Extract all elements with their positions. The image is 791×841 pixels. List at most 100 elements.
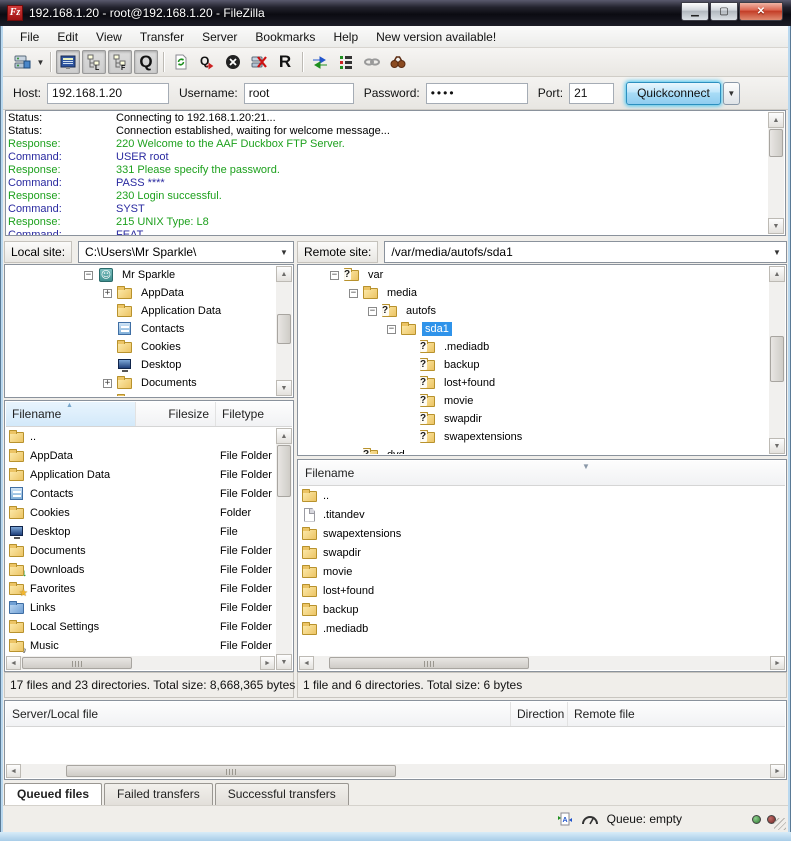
toggle-queue-button[interactable]: Q	[134, 50, 158, 74]
local-tree-vertical-scrollbar[interactable]: ▲ ▼	[276, 266, 292, 396]
file-row[interactable]: ..	[6, 427, 275, 446]
tree-expander-icon[interactable]: −	[387, 325, 396, 334]
local-list-horizontal-scrollbar[interactable]: ◄ ►	[6, 656, 275, 670]
process-queue-button[interactable]: Q	[195, 50, 219, 74]
file-row[interactable]: Links File Folder	[6, 598, 275, 617]
file-row[interactable]: .titandev	[299, 505, 785, 524]
scroll-down-icon[interactable]: ▼	[769, 438, 785, 454]
local-list-vertical-scrollbar[interactable]: ▲ ▼	[276, 428, 292, 670]
tree-item[interactable]: swapextensions	[309, 428, 768, 446]
file-row[interactable]: swapextensions	[299, 524, 785, 543]
scroll-up-icon[interactable]: ▲	[768, 112, 784, 128]
refresh-button[interactable]	[169, 50, 193, 74]
scroll-left-icon[interactable]: ◄	[6, 764, 21, 778]
port-input[interactable]	[569, 83, 614, 104]
tree-expander-icon[interactable]: −	[368, 307, 377, 316]
file-row[interactable]: Downloads File Folder	[6, 560, 275, 579]
file-row[interactable]: movie	[299, 562, 785, 581]
host-input[interactable]	[47, 83, 169, 104]
menu-item[interactable]: Bookmarks	[246, 28, 324, 46]
reconnect-button[interactable]: R	[273, 50, 297, 74]
password-input[interactable]	[426, 83, 528, 104]
tree-item[interactable]: .mediadb	[309, 338, 768, 356]
toggle-local-tree-button[interactable]: L	[82, 50, 106, 74]
column-header-filetype[interactable]: Filetype	[216, 402, 278, 426]
tree-item[interactable]: swapdir	[309, 410, 768, 428]
quickconnect-dropdown[interactable]: ▼	[723, 82, 740, 105]
scroll-right-icon[interactable]: ►	[770, 764, 785, 778]
tree-item[interactable]: movie	[309, 392, 768, 410]
remote-list-horizontal-scrollbar[interactable]: ◄ ►	[299, 656, 785, 670]
log-vertical-scrollbar[interactable]: ▲ ▼	[768, 112, 784, 234]
find-files-button[interactable]	[386, 50, 410, 74]
file-row[interactable]: Cookies Folder	[6, 503, 275, 522]
remote-site-combo[interactable]: /var/media/autofs/sda1 ▼	[384, 241, 787, 263]
username-input[interactable]	[244, 83, 354, 104]
column-header-filesize[interactable]: Filesize	[136, 402, 216, 426]
tree-item[interactable]: backup	[309, 356, 768, 374]
scroll-down-icon[interactable]: ▼	[276, 654, 292, 670]
file-row[interactable]: Desktop File	[6, 522, 275, 541]
scroll-thumb[interactable]	[770, 336, 784, 382]
tree-expander-icon[interactable]: −	[330, 271, 339, 280]
file-row[interactable]: Application Data File Folder	[6, 465, 275, 484]
maximize-button[interactable]: ▢	[710, 2, 738, 21]
menu-item[interactable]: New version available!	[367, 28, 505, 46]
column-header-filename[interactable]: Filename ▼	[299, 461, 785, 485]
tree-expander-icon[interactable]: −	[349, 289, 358, 298]
chevron-down-icon[interactable]: ▼	[770, 244, 784, 260]
scroll-down-icon[interactable]: ▼	[768, 218, 784, 234]
file-row[interactable]: Contacts File Folder	[6, 484, 275, 503]
scroll-up-icon[interactable]: ▲	[276, 266, 292, 282]
disconnect-button[interactable]	[247, 50, 271, 74]
cancel-button[interactable]	[221, 50, 245, 74]
file-row[interactable]: AppData File Folder	[6, 446, 275, 465]
tree-item[interactable]: dvd	[309, 446, 768, 454]
column-header-remote-file[interactable]: Remote file	[568, 702, 785, 726]
toggle-remote-tree-button[interactable]: F	[108, 50, 132, 74]
tree-item[interactable]: lost+found	[309, 374, 768, 392]
scroll-thumb[interactable]	[66, 765, 396, 777]
queue-tab[interactable]: Queued files	[4, 783, 102, 805]
scroll-up-icon[interactable]: ▲	[276, 428, 292, 444]
splitter-collapse-icon[interactable]: ▼	[582, 462, 590, 471]
site-manager-dropdown[interactable]: ▼	[35, 50, 46, 74]
file-row[interactable]: lost+found	[299, 581, 785, 600]
scroll-thumb[interactable]	[277, 314, 291, 344]
scroll-left-icon[interactable]: ◄	[299, 656, 314, 670]
synchronized-browsing-button[interactable]	[360, 50, 384, 74]
tree-item[interactable]: Desktop	[6, 356, 275, 374]
tree-expander-icon[interactable]: −	[84, 271, 93, 280]
remote-tree-vertical-scrollbar[interactable]: ▲ ▼	[769, 266, 785, 454]
queue-tab[interactable]: Failed transfers	[104, 783, 213, 805]
file-row[interactable]: .mediadb	[299, 619, 785, 638]
file-row[interactable]: Favorites File Folder	[6, 579, 275, 598]
column-header-direction[interactable]: Direction	[511, 702, 568, 726]
tree-item[interactable]: Cookies	[6, 338, 275, 356]
minimize-button[interactable]: ▁	[681, 2, 709, 21]
tree-item[interactable]: − sda1	[309, 320, 768, 338]
site-manager-button[interactable]	[10, 50, 34, 74]
menu-item[interactable]: Transfer	[131, 28, 193, 46]
close-button[interactable]: ✕	[739, 2, 783, 21]
scroll-thumb[interactable]	[769, 129, 783, 157]
scroll-right-icon[interactable]: ►	[770, 656, 785, 670]
directory-comparison-button[interactable]	[308, 50, 332, 74]
file-row[interactable]: Documents File Folder	[6, 541, 275, 560]
file-row[interactable]: swapdir	[299, 543, 785, 562]
queue-tab[interactable]: Successful transfers	[215, 783, 349, 805]
file-row[interactable]: Local Settings File Folder	[6, 617, 275, 636]
scroll-thumb[interactable]	[329, 657, 529, 669]
column-header-filename[interactable]: Filename ▲	[6, 402, 136, 426]
titlebar[interactable]: Fz 192.168.1.20 - root@192.168.1.20 - Fi…	[0, 0, 791, 26]
tree-expander-icon[interactable]: +	[103, 289, 112, 298]
file-row[interactable]: ..	[299, 486, 785, 505]
toggle-message-log-button[interactable]	[56, 50, 80, 74]
column-header-server-local-file[interactable]: Server/Local file	[6, 702, 511, 726]
menu-item[interactable]: Edit	[48, 28, 87, 46]
tree-item[interactable]: + AppData	[6, 284, 275, 302]
tree-item[interactable]: − media	[309, 284, 768, 302]
tree-item[interactable]: − autofs	[309, 302, 768, 320]
scroll-thumb[interactable]	[22, 657, 132, 669]
filter-button[interactable]	[334, 50, 358, 74]
